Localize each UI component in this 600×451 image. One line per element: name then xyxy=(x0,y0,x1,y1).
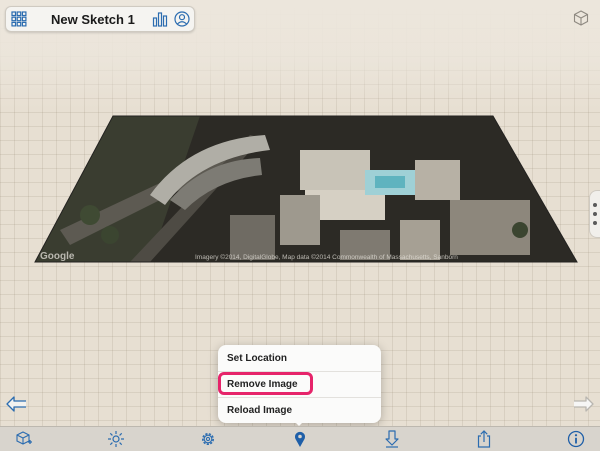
view-cube-icon[interactable] xyxy=(572,9,590,27)
undo-arrow-icon[interactable] xyxy=(6,396,30,414)
set-location-item[interactable]: Set Location xyxy=(218,346,381,370)
bar-chart-icon[interactable] xyxy=(150,9,170,29)
light-icon[interactable] xyxy=(106,429,126,449)
add-box-icon[interactable] xyxy=(14,429,34,449)
grid-icon[interactable] xyxy=(9,9,29,29)
person-icon[interactable] xyxy=(172,9,192,29)
remove-image-highlight xyxy=(218,372,313,395)
set-location-label: Set Location xyxy=(227,352,288,364)
gear-icon[interactable] xyxy=(198,429,218,449)
sketch-title[interactable]: New Sketch 1 xyxy=(51,12,135,27)
reload-image-label: Reload Image xyxy=(227,404,293,416)
info-icon[interactable] xyxy=(566,429,586,449)
share-icon[interactable] xyxy=(474,429,494,449)
download-icon[interactable] xyxy=(382,429,402,449)
bottom-toolbar xyxy=(0,426,600,451)
google-watermark: Google xyxy=(40,251,75,262)
map-attribution: Imagery ©2014, DigitalGlobe, Map data ©2… xyxy=(195,253,458,261)
redo-arrow-icon[interactable] xyxy=(570,396,594,414)
location-pin-icon[interactable] xyxy=(290,429,310,449)
sketch-title-bar: New Sketch 1 xyxy=(5,6,195,32)
side-panel-handle[interactable] xyxy=(589,190,600,238)
popover-arrow xyxy=(292,419,306,426)
